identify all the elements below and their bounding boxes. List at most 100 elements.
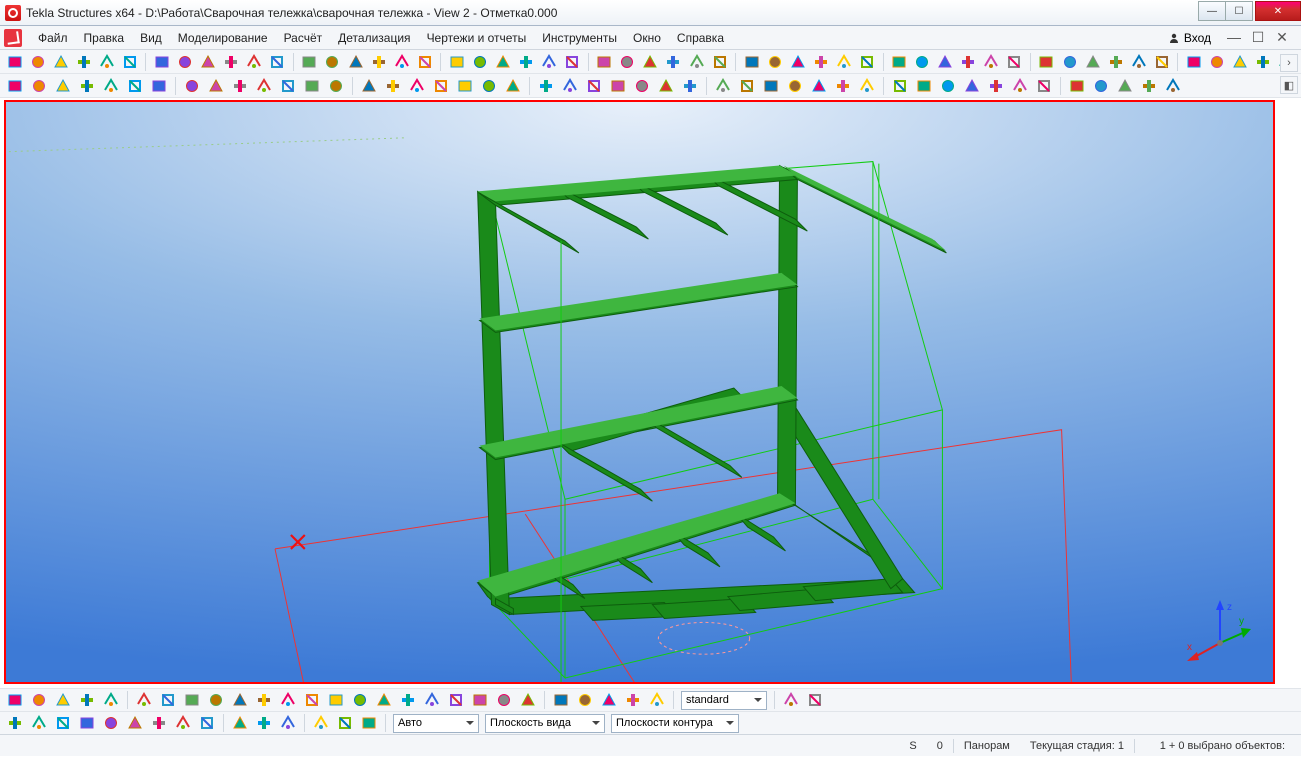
yellow-a-icon[interactable] <box>502 76 524 96</box>
grid-a-icon[interactable] <box>709 52 730 72</box>
new-file-icon[interactable] <box>4 52 25 72</box>
yellow-b-icon[interactable] <box>535 76 557 96</box>
maximize-button[interactable]: ☐ <box>1225 1 1253 21</box>
grid-pt-icon[interactable] <box>832 76 854 96</box>
brace-icon[interactable] <box>406 76 428 96</box>
rect-h-icon[interactable] <box>368 52 389 72</box>
snap-end-icon[interactable] <box>1090 76 1112 96</box>
tree-a-icon[interactable] <box>28 690 50 710</box>
menu-view[interactable]: Вид <box>132 28 170 48</box>
grid-b-icon[interactable] <box>741 52 762 72</box>
paint-icon[interactable] <box>345 52 366 72</box>
select-lasso-icon[interactable] <box>322 52 343 72</box>
bolt-c-icon[interactable] <box>712 76 734 96</box>
sheet-icon[interactable] <box>277 76 299 96</box>
cut-plane-icon[interactable] <box>935 52 956 72</box>
profile-l-icon[interactable] <box>76 76 98 96</box>
layers-icon[interactable] <box>119 52 140 72</box>
point-a-icon[interactable] <box>784 76 806 96</box>
profile-z-icon[interactable] <box>205 76 227 96</box>
weld-b-icon[interactable] <box>325 76 347 96</box>
apply-icon[interactable] <box>804 690 826 710</box>
line-tool-icon[interactable] <box>961 76 983 96</box>
truck-icon[interactable] <box>1230 52 1251 72</box>
select-icon[interactable] <box>299 52 320 72</box>
sel-c-icon[interactable] <box>598 690 620 710</box>
copy-special-icon[interactable] <box>1105 52 1126 72</box>
edit-a-icon[interactable] <box>517 690 539 710</box>
profile-t-icon[interactable] <box>229 76 251 96</box>
line-v-icon[interactable] <box>857 52 878 72</box>
paste-icon[interactable] <box>492 52 513 72</box>
redo-arc-icon[interactable] <box>267 52 288 72</box>
freehand-icon[interactable] <box>985 76 1007 96</box>
selection-filter-combo[interactable]: standard <box>681 691 767 710</box>
scissors-icon[interactable] <box>469 52 490 72</box>
snap-perp-icon[interactable] <box>1114 76 1136 96</box>
menu-detailing[interactable]: Детализация <box>330 28 418 48</box>
shade-c-icon[interactable] <box>229 690 251 710</box>
sheet-a-icon[interactable] <box>229 713 251 733</box>
side-expand-icon[interactable]: › <box>1280 54 1298 72</box>
tree-b-icon[interactable] <box>52 690 74 710</box>
minimize-button[interactable]: — <box>1198 1 1226 21</box>
cube-a-icon[interactable] <box>1128 52 1149 72</box>
rotate-ccw-icon[interactable] <box>686 52 707 72</box>
panel-a-icon[interactable] <box>4 76 26 96</box>
red-flag-icon[interactable] <box>1206 52 1227 72</box>
copy-icon[interactable] <box>358 713 380 733</box>
bolt-e-icon[interactable] <box>760 76 782 96</box>
group-icon[interactable] <box>617 52 638 72</box>
cube-b-icon[interactable] <box>1151 52 1172 72</box>
rect-v-icon[interactable] <box>391 52 412 72</box>
axis-gizmo[interactable]: z x y <box>1185 598 1255 668</box>
close-button[interactable]: ✕ <box>1255 1 1301 21</box>
share-icon[interactable] <box>73 52 94 72</box>
cut-icon[interactable] <box>446 52 467 72</box>
shade-g-icon[interactable] <box>325 690 347 710</box>
stack-icon[interactable] <box>151 52 172 72</box>
shade-a-icon[interactable] <box>181 690 203 710</box>
profile-flat-icon[interactable] <box>148 76 170 96</box>
undo-arc-icon[interactable] <box>244 52 265 72</box>
app-minimize-icon[interactable]: — <box>1227 29 1241 46</box>
sel-a-icon[interactable] <box>550 690 572 710</box>
box-a-icon[interactable] <box>28 713 50 733</box>
shade-k-icon[interactable] <box>421 690 443 710</box>
snap-a-icon[interactable] <box>1004 52 1025 72</box>
detail-icon[interactable] <box>640 52 661 72</box>
3d-viewport[interactable]: z x y <box>4 100 1275 684</box>
weld-a-icon[interactable] <box>301 76 323 96</box>
shade-d-icon[interactable] <box>253 690 275 710</box>
rotate-cw-icon[interactable] <box>663 52 684 72</box>
section-icon[interactable] <box>679 76 701 96</box>
wire-icon[interactable] <box>133 690 155 710</box>
box-b-icon[interactable] <box>52 713 74 733</box>
shade-b-icon[interactable] <box>205 690 227 710</box>
sel-e-icon[interactable] <box>646 690 668 710</box>
plane-icon[interactable] <box>889 52 910 72</box>
menu-drawings[interactable]: Чертежи и отчеты <box>419 28 535 48</box>
menu-edit[interactable]: Правка <box>76 28 133 48</box>
vert-icon[interactable] <box>454 76 476 96</box>
color-b-icon[interactable] <box>493 690 515 710</box>
bolt-a-icon[interactable] <box>631 76 653 96</box>
offset-icon[interactable] <box>889 76 911 96</box>
snap-mid-icon[interactable] <box>1066 76 1088 96</box>
diameter-icon[interactable] <box>594 52 615 72</box>
lock-icon[interactable] <box>100 690 122 710</box>
menu-file[interactable]: Файл <box>30 28 76 48</box>
refresh-icon[interactable] <box>780 690 802 710</box>
snap-c-icon[interactable] <box>1059 52 1080 72</box>
cursor-icon[interactable] <box>4 713 26 733</box>
sheet-b-icon[interactable] <box>253 713 275 733</box>
shade-h-icon[interactable] <box>349 690 371 710</box>
menu-help[interactable]: Справка <box>669 28 732 48</box>
panel-b-icon[interactable] <box>28 76 50 96</box>
shade-f-icon[interactable] <box>301 690 323 710</box>
grid-c-icon[interactable] <box>764 52 785 72</box>
box-c-icon[interactable] <box>76 713 98 733</box>
profile-plate-icon[interactable] <box>124 76 146 96</box>
conn-c-icon[interactable] <box>607 76 629 96</box>
menu-window[interactable]: Окно <box>625 28 669 48</box>
